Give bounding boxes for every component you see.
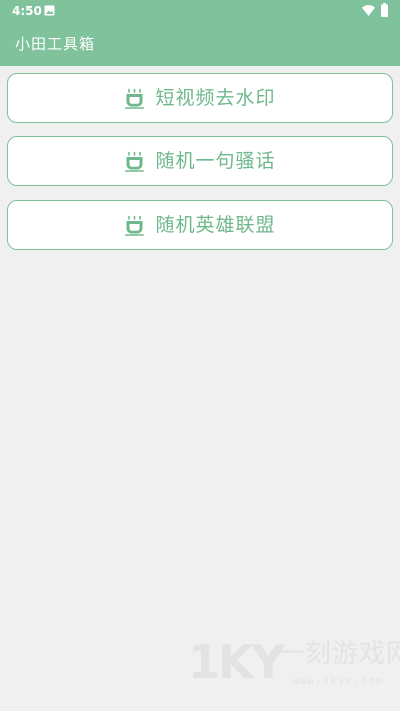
watermark: 1KY 一刻游戏网 www.1kyx.com	[188, 635, 400, 696]
short-video-watermark-remove-button[interactable]: 短视频去水印	[7, 73, 393, 123]
cup-icon	[125, 215, 145, 236]
cup-icon	[125, 88, 145, 109]
watermark-url: www.1kyx.com	[292, 674, 384, 687]
watermark-text: 一刻游戏网	[278, 639, 400, 669]
app-title: 小田工具箱	[15, 35, 96, 53]
status-time: 4:50	[12, 4, 42, 18]
watermark-logo: 1KY	[188, 635, 285, 689]
cup-icon	[125, 151, 145, 172]
wifi-icon	[362, 5, 375, 16]
app-bar: 小田工具箱	[0, 22, 400, 66]
random-lol-hero-button[interactable]: 随机英雄联盟	[7, 200, 393, 250]
random-sassy-quote-button[interactable]: 随机一句骚话	[7, 136, 393, 186]
battery-icon	[381, 3, 388, 17]
menu-item-label: 短视频去水印	[155, 87, 276, 109]
status-bar: 4:50	[0, 0, 400, 22]
menu-item-label: 随机一句骚话	[155, 150, 276, 172]
image-icon	[44, 5, 55, 16]
menu-item-label: 随机英雄联盟	[155, 214, 276, 236]
